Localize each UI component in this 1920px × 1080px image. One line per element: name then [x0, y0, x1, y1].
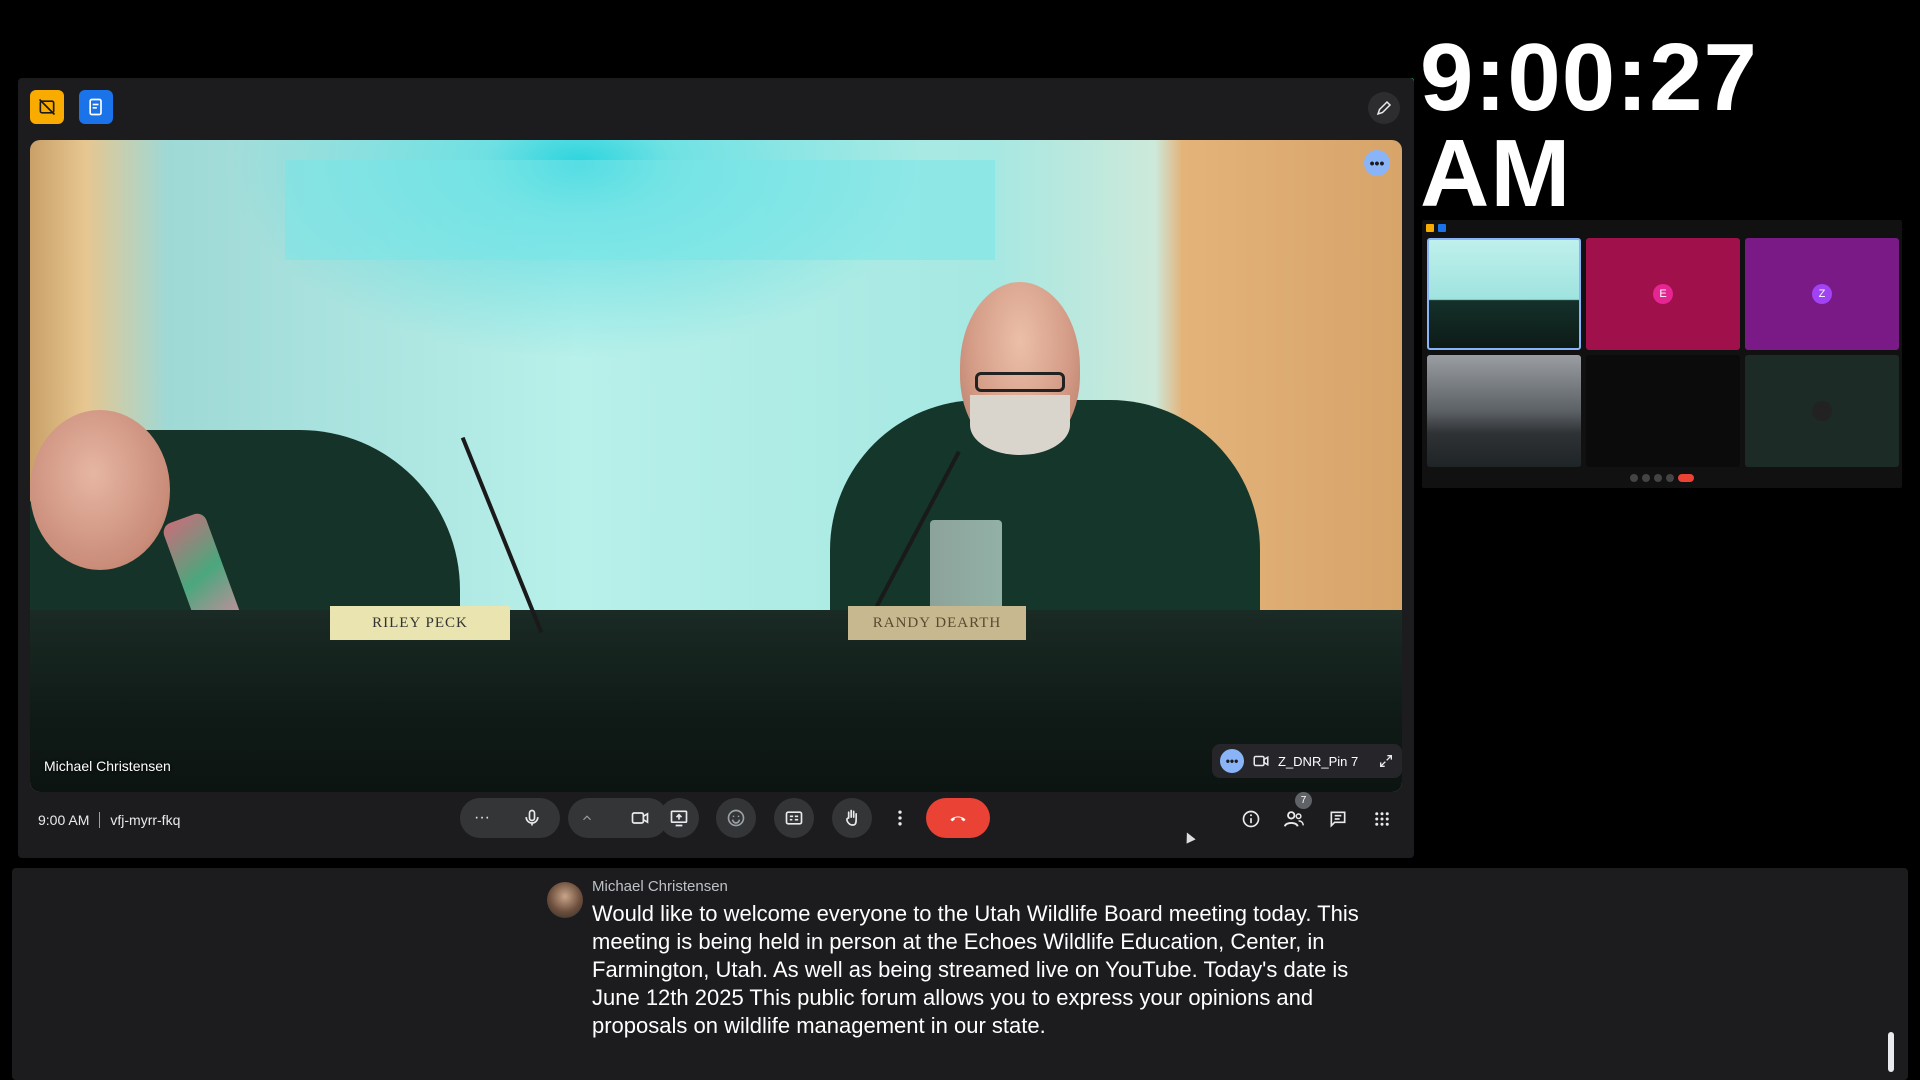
pinned-participant-chip[interactable]: ••• Z_DNR_Pin 7: [1212, 744, 1402, 778]
mini-control-icon: [1642, 474, 1650, 482]
tile-more-options-button[interactable]: •••: [1364, 150, 1390, 176]
thumbnail-tile-5[interactable]: [1586, 355, 1740, 467]
caption-speaker-name: Michael Christensen: [592, 878, 728, 895]
divider: [99, 812, 101, 828]
audio-options-icon[interactable]: ···: [474, 809, 490, 827]
thumbnail-tile-3[interactable]: Z: [1745, 238, 1899, 350]
raise-hand-button[interactable]: [832, 798, 872, 838]
participant-avatar: E: [1653, 284, 1673, 304]
activities-button[interactable]: [1365, 802, 1399, 836]
mini-control-icon: [1666, 474, 1674, 482]
mini-recording-icon: [1426, 224, 1434, 232]
camera-toggle-icon[interactable]: [630, 808, 650, 828]
pin-chip-label: Z_DNR_Pin 7: [1278, 753, 1359, 769]
participant-count-badge: 7: [1295, 792, 1312, 809]
main-video-tile[interactable]: RILEY PECK RANDY DEARTH ••• Michael Chri…: [30, 140, 1402, 792]
info-icon: [1242, 810, 1260, 828]
video-wall-panel: [285, 160, 995, 260]
notes-button[interactable]: [79, 90, 113, 124]
thumbnail-tile-2[interactable]: E: [1586, 238, 1740, 350]
camera-icon: [1253, 755, 1269, 767]
closed-captions-icon: [785, 811, 803, 825]
end-call-icon: [950, 816, 966, 822]
thumbnail-tile-6[interactable]: [1745, 355, 1899, 467]
hand-icon: [846, 809, 857, 826]
participant-avatar: Z: [1812, 284, 1832, 304]
microphone-icon[interactable]: [522, 808, 542, 828]
thumbnail-toolbar: [1426, 224, 1446, 232]
captions-scrollbar[interactable]: [1888, 1032, 1894, 1072]
chevron-up-icon[interactable]: [580, 808, 594, 828]
captions-panel: Michael Christensen Would like to welcom…: [12, 868, 1908, 1080]
present-icon: [670, 810, 688, 827]
leave-call-button[interactable]: [926, 798, 990, 838]
nameplate-left: RILEY PECK: [330, 606, 510, 640]
caption-text: Would like to welcome everyone to the Ut…: [592, 901, 1359, 1038]
avatar: [547, 882, 583, 918]
mini-notes-icon: [1438, 224, 1446, 232]
thumbnail-tile-4[interactable]: [1427, 355, 1581, 467]
annotate-button[interactable]: [1368, 92, 1400, 124]
thumbnail-grid-preview: E Z: [1422, 220, 1902, 488]
meeting-time: 9:00 AM: [38, 812, 90, 828]
tile-speaker-name: Michael Christensen: [44, 758, 171, 774]
thumbnail-tile-1[interactable]: [1427, 238, 1581, 350]
meeting-info: 9:00 AM vfj-myrr-fkq: [38, 812, 180, 828]
meet-window: RILEY PECK RANDY DEARTH ••• Michael Chri…: [18, 78, 1414, 858]
chat-icon: [1330, 811, 1346, 828]
person-left-head: [30, 410, 170, 570]
apps-grid-icon: [1375, 812, 1389, 826]
person-right-glasses: [975, 372, 1065, 392]
thumbnail-controls-bar: [1422, 474, 1902, 484]
mini-end-call-icon: [1678, 474, 1694, 482]
emoji-icon: [727, 809, 745, 827]
mini-control-icon: [1630, 474, 1638, 482]
participant-avatar: [1812, 401, 1832, 421]
chat-button[interactable]: [1321, 802, 1355, 836]
captions-button[interactable]: [774, 798, 814, 838]
expand-icon[interactable]: [1378, 753, 1394, 769]
people-icon: [1283, 811, 1304, 827]
pin-more-options-icon[interactable]: •••: [1220, 749, 1244, 773]
person-right-beard: [970, 395, 1070, 455]
mini-control-icon: [1654, 474, 1662, 482]
pencil-icon: [1376, 100, 1392, 116]
video-controls-group: [568, 798, 668, 838]
stop-recording-button[interactable]: [30, 90, 64, 124]
meeting-code[interactable]: vfj-myrr-fkq: [110, 812, 180, 828]
present-screen-button[interactable]: [659, 798, 699, 838]
desk: [30, 610, 1402, 792]
recording-off-icon: [38, 98, 56, 116]
meeting-details-button[interactable]: [1234, 802, 1268, 836]
call-controls-bar: 9:00 AM vfj-myrr-fkq ··· 7: [18, 792, 1414, 858]
big-clock: 9:00:27 AM: [1420, 24, 1758, 227]
audio-controls-group: ···: [460, 798, 560, 838]
nameplate-right: RANDY DEARTH: [848, 606, 1026, 640]
notes-icon: [89, 98, 102, 116]
reactions-button[interactable]: [716, 798, 756, 838]
drink-cup: [930, 520, 1002, 620]
people-button[interactable]: 7: [1277, 792, 1312, 836]
more-vertical-icon: [898, 810, 902, 826]
more-options-button[interactable]: [886, 798, 914, 838]
